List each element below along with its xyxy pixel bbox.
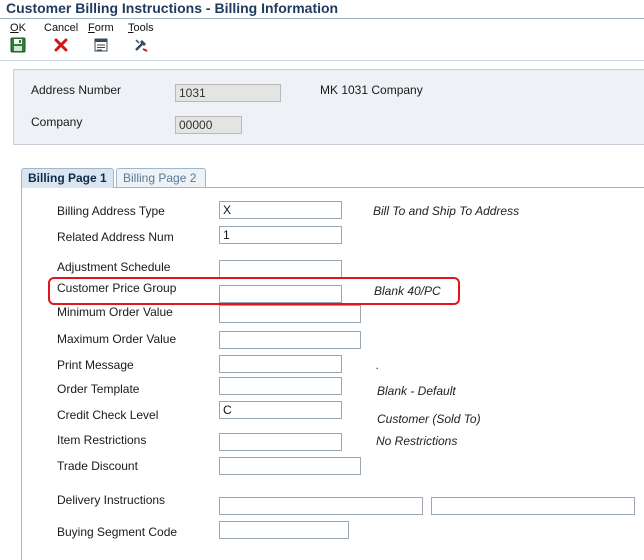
form-menu-button[interactable]: Form xyxy=(88,22,114,53)
address-number-label: Address Number xyxy=(31,83,122,97)
item-restrictions-desc: No Restrictions xyxy=(376,434,458,448)
company-label: Company xyxy=(31,115,83,129)
save-icon xyxy=(10,37,26,53)
item-restrictions-label: Item Restrictions xyxy=(57,433,147,447)
billing-address-type-input[interactable]: X xyxy=(219,201,342,219)
customer-price-group-highlight xyxy=(48,277,460,305)
maximum-order-value-input[interactable] xyxy=(219,331,361,349)
adjustment-schedule-label: Adjustment Schedule xyxy=(57,260,171,274)
minimum-order-value-input[interactable] xyxy=(219,305,361,323)
address-number-field: 1031 xyxy=(175,84,281,102)
order-template-input[interactable] xyxy=(219,377,342,395)
cancel-button[interactable]: Cancel xyxy=(44,22,78,53)
delivery-instructions-input-1[interactable] xyxy=(219,497,423,515)
credit-check-level-input[interactable]: C xyxy=(219,401,342,419)
tools-menu-button[interactable]: Tools xyxy=(128,22,154,53)
company-name-text: MK 1031 Company xyxy=(320,83,423,97)
print-message-label: Print Message xyxy=(57,358,134,372)
print-message-desc: . xyxy=(376,358,380,372)
company-field: 00000 xyxy=(175,116,242,134)
related-address-num-label: Related Address Num xyxy=(57,230,174,244)
billing-address-type-label: Billing Address Type xyxy=(57,204,165,218)
tab-billing-page-1[interactable]: Billing Page 1 xyxy=(21,168,114,188)
item-restrictions-input[interactable] xyxy=(219,433,342,451)
minimum-order-value-label: Minimum Order Value xyxy=(57,305,173,319)
trade-discount-input[interactable] xyxy=(219,457,361,475)
order-template-label: Order Template xyxy=(57,382,140,396)
cancel-x-icon xyxy=(54,38,68,52)
maximum-order-value-label: Maximum Order Value xyxy=(57,332,177,346)
tools-icon xyxy=(134,39,148,52)
delivery-instructions-label: Delivery Instructions xyxy=(57,493,166,507)
title-divider xyxy=(0,18,644,19)
tab-billing-page-2[interactable]: Billing Page 2 xyxy=(116,168,206,188)
print-message-input[interactable] xyxy=(219,355,342,373)
billing-address-type-desc: Bill To and Ship To Address xyxy=(373,204,520,218)
buying-segment-code-label: Buying Segment Code xyxy=(57,525,178,539)
trade-discount-label: Trade Discount xyxy=(57,459,138,473)
delivery-instructions-input-2[interactable] xyxy=(431,497,635,515)
header-panel xyxy=(13,69,644,145)
adjustment-schedule-input[interactable] xyxy=(219,260,342,278)
order-template-desc: Blank - Default xyxy=(377,384,456,398)
window-title: Customer Billing Instructions - Billing … xyxy=(6,0,339,16)
toolbar-divider xyxy=(0,60,644,61)
credit-check-level-label: Credit Check Level xyxy=(57,408,159,422)
form-icon xyxy=(94,38,108,52)
buying-segment-code-input[interactable] xyxy=(219,521,349,539)
credit-check-level-desc: Customer (Sold To) xyxy=(377,412,481,426)
toolbar: OK Cancel Form Tools xyxy=(0,20,644,60)
ok-button[interactable]: OK xyxy=(10,22,26,53)
related-address-num-input[interactable]: 1 xyxy=(219,226,342,244)
